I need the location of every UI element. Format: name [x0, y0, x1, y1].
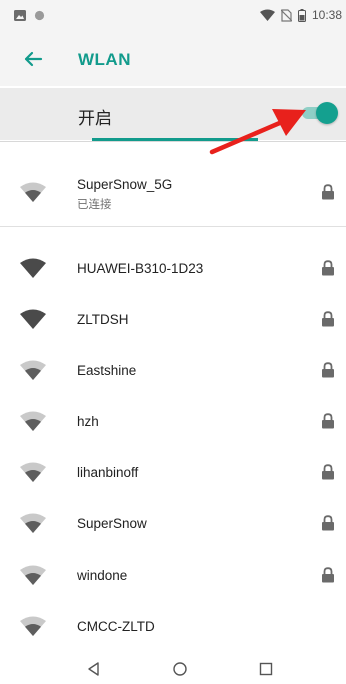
lock-icon [322, 184, 334, 200]
status-bar: 10:38 [0, 0, 346, 30]
app-bar: WLAN [0, 30, 346, 86]
wifi-signal-icon [20, 309, 46, 329]
home-circle-icon[interactable] [171, 660, 189, 678]
wlan-toggle-label: 开启 [78, 109, 112, 128]
network-name: HUAWEI-B310-1D23 [77, 261, 204, 276]
lock-icon [322, 515, 334, 531]
wifi-signal-icon [20, 411, 46, 431]
network-name: windone [77, 568, 128, 583]
network-row[interactable]: HUAWEI-B310-1D23 [0, 243, 346, 293]
network-row[interactable]: lihanbinoff [0, 447, 346, 497]
lock-icon [322, 413, 334, 429]
navigation-bar [0, 654, 346, 684]
network-row[interactable]: windone [0, 550, 346, 600]
network-status: 已连接 [77, 199, 112, 211]
network-name: SuperSnow [77, 516, 147, 531]
wifi-signal-icon [20, 513, 46, 533]
status-bar-right: 10:38 [259, 8, 342, 22]
lock-icon [322, 464, 334, 480]
network-name: SuperSnow_5G [77, 177, 173, 192]
network-name: hzh [77, 414, 99, 429]
wifi-signal-icon [20, 182, 46, 202]
arrow-left-icon [24, 51, 43, 67]
network-row[interactable]: CMCC-ZLTD [0, 601, 346, 651]
back-triangle-icon[interactable] [85, 660, 103, 678]
status-bar-left [14, 10, 45, 21]
no-sim-icon [280, 8, 292, 22]
network-row[interactable]: Eastshine [0, 345, 346, 395]
dot-notification-icon [34, 10, 45, 21]
connected-network-row[interactable]: SuperSnow_5G 已连接 [0, 166, 346, 216]
network-name: lihanbinoff [77, 465, 139, 480]
wifi-signal-icon [20, 360, 46, 380]
wifi-signal-icon [20, 258, 46, 278]
network-row[interactable]: hzh [0, 396, 346, 446]
recents-square-icon[interactable] [257, 660, 275, 678]
battery-icon [297, 8, 306, 22]
wifi-signal-icon [20, 462, 46, 482]
wifi-signal-icon [259, 9, 275, 21]
switch-thumb [316, 102, 338, 124]
lock-icon [322, 362, 334, 378]
network-name: Eastshine [77, 363, 137, 378]
wifi-signal-icon [20, 616, 46, 636]
status-time: 10:38 [311, 8, 342, 22]
network-row[interactable]: ZLTDSH [0, 294, 346, 344]
wifi-signal-icon [20, 565, 46, 585]
section-divider [0, 226, 346, 227]
lock-icon [322, 260, 334, 276]
back-button[interactable] [20, 46, 46, 72]
annotation-arrow-icon [209, 109, 306, 155]
network-name: CMCC-ZLTD [77, 619, 155, 634]
lock-icon [322, 311, 334, 327]
network-name: ZLTDSH [77, 312, 129, 327]
network-row[interactable]: SuperSnow [0, 498, 346, 548]
image-notification-icon [14, 10, 26, 21]
lock-icon [322, 567, 334, 583]
page-title: WLAN [78, 50, 131, 69]
